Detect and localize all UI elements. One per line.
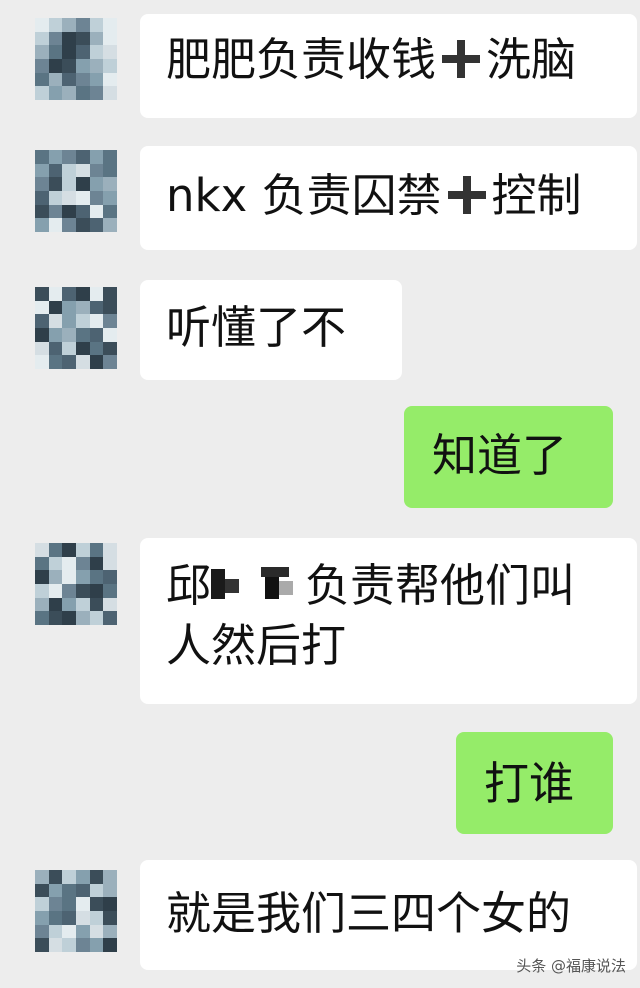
redacted-name-mosaic xyxy=(255,561,305,607)
watermark: 头条 @福康说法 xyxy=(516,957,626,975)
message-text: 知道了 xyxy=(432,429,568,482)
contact-avatar[interactable] xyxy=(35,150,117,232)
plus-icon xyxy=(442,40,481,78)
contact-avatar[interactable] xyxy=(35,543,117,625)
message-text-line-2: 人然后打 xyxy=(166,619,347,672)
message-text: 打谁 xyxy=(484,757,575,810)
contact-avatar[interactable] xyxy=(35,18,117,100)
contact-avatar[interactable] xyxy=(35,287,117,369)
incoming-message-bubble[interactable]: 肥肥负责收钱 洗脑 xyxy=(140,14,637,118)
incoming-message-bubble[interactable]: 听懂了不 xyxy=(140,280,402,380)
incoming-message-bubble[interactable]: 邱负责帮他们叫 人然后打 xyxy=(140,538,637,704)
incoming-message-bubble[interactable]: 就是我们三四个女的 xyxy=(140,860,637,970)
plus-icon xyxy=(447,176,486,214)
contact-avatar[interactable] xyxy=(35,870,117,952)
message-text: 就是我们三四个女的 xyxy=(166,887,572,940)
outgoing-message-bubble[interactable]: 打谁 xyxy=(456,732,613,834)
message-text: 听懂了不 xyxy=(166,301,347,354)
message-text: 肥肥负责收钱 洗脑 xyxy=(166,33,577,86)
incoming-message-bubble[interactable]: nkx 负责囚禁 控制 xyxy=(140,146,637,250)
redacted-name-mosaic xyxy=(211,561,255,607)
message-text: nkx 负责囚禁 控制 xyxy=(166,169,582,222)
message-text-line-1: 邱负责帮他们叫 xyxy=(166,559,576,612)
outgoing-message-bubble[interactable]: 知道了 xyxy=(404,406,613,508)
